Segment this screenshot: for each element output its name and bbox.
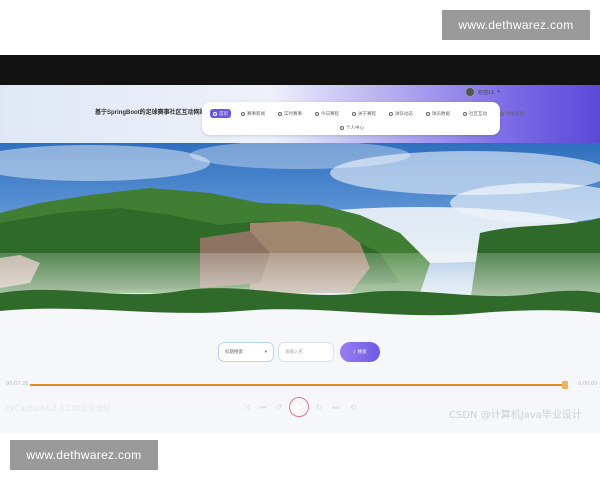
avatar <box>465 87 475 97</box>
nav-item-label: 赛事新闻 <box>247 110 265 116</box>
search-input-placeholder: 请输入名 <box>285 350 303 355</box>
nav-item-6[interactable]: 球员数据 <box>423 109 453 118</box>
chevron-down-icon: ▾ <box>264 349 267 355</box>
nav-item-0[interactable]: 首页 <box>210 109 231 118</box>
nav-item-8[interactable]: 球库管理 <box>497 109 527 118</box>
nav-icon <box>278 111 282 116</box>
search-controls: 标题搜索 ▾ 请输入名 ⌕ 搜索 <box>218 342 380 362</box>
forward-icon[interactable]: ↻ <box>314 403 324 413</box>
nav-icon <box>241 111 245 116</box>
user-label: 欢迎11 <box>478 89 495 96</box>
main-nav: 首页 赛事新闻 实时赛事 今日赛程 关于赛程 球队动态 球员数据 社区互动 球库管理 个人中心 <box>202 102 524 135</box>
nav-item-5[interactable]: 球队动态 <box>386 109 416 118</box>
video-player: 基于SpringBoot的足球赛事社区互动网站 欢迎11 ▾ 首页 赛事新闻 实时赛… <box>0 55 600 433</box>
time-total: 0:00:00 <box>578 381 598 387</box>
shuffle-icon[interactable]: ⤨ <box>242 403 252 413</box>
nav-item-personal-center[interactable]: 个人中心 <box>337 123 367 132</box>
nav-icon <box>352 111 356 116</box>
screenshot-stage: www.dethwarez.com 基于SpringBoot的足球赛事社区互动网… <box>0 0 600 480</box>
site-title: 基于SpringBoot的足球赛事社区互动网站 <box>95 110 206 116</box>
capture-label: EVCapture4.2.3.170软件录制 <box>5 404 111 413</box>
nav-item-2[interactable]: 实时赛事 <box>275 109 305 118</box>
progress-track[interactable] <box>30 381 569 389</box>
search-button[interactable]: ⌕ 搜索 <box>340 342 380 362</box>
attribution-label: CSDN @计算机Java毕业设计 <box>449 410 582 421</box>
nav-row: 首页 赛事新闻 实时赛事 今日赛程 关于赛程 球队动态 球员数据 社区互动 球库管理 <box>210 109 527 118</box>
nav-icon <box>500 111 504 116</box>
loop-icon[interactable]: ⟲ <box>348 403 358 413</box>
rewind-icon[interactable]: ↺ <box>274 403 284 413</box>
prev-icon[interactable]: ⏮ <box>258 403 268 413</box>
nav-item-3[interactable]: 今日赛程 <box>312 109 342 118</box>
search-icon: ⌕ <box>353 350 356 355</box>
nav-icon <box>463 111 467 116</box>
nav-item-4[interactable]: 关于赛程 <box>349 109 379 118</box>
nav-item-1[interactable]: 赛事新闻 <box>238 109 268 118</box>
next-icon[interactable]: ⏭ <box>331 403 341 413</box>
nav-item-label: 今日赛程 <box>321 110 339 116</box>
watermark-bottom: www.dethwarez.com <box>10 440 158 470</box>
user-menu[interactable]: 欢迎11 ▾ <box>465 87 500 97</box>
progress-fill <box>30 384 566 386</box>
watermark-top: www.dethwarez.com <box>442 10 590 40</box>
chevron-down-icon: ▾ <box>497 89 500 95</box>
hero-banner <box>0 143 600 333</box>
nav-icon <box>389 111 393 116</box>
nav-item-label: 社区互动 <box>469 110 487 116</box>
nav-item-label: 球库管理 <box>506 110 524 116</box>
search-select-label: 标题搜索 <box>225 350 243 355</box>
nav-item-label: 实时赛事 <box>284 110 302 116</box>
site-header: 基于SpringBoot的足球赛事社区互动网站 欢迎11 ▾ 首页 赛事新闻 实时赛… <box>0 85 600 143</box>
progress-handle[interactable] <box>562 381 569 389</box>
nav-icon <box>426 111 430 116</box>
play-icon <box>296 403 303 411</box>
nav-item-label: 关于赛程 <box>358 110 376 116</box>
home-icon <box>213 111 217 116</box>
nav-item-label: 首页 <box>219 110 228 116</box>
search-input[interactable]: 请输入名 <box>278 342 334 362</box>
play-button[interactable] <box>289 397 309 417</box>
search-field-select[interactable]: 标题搜索 ▾ <box>218 342 274 362</box>
nav-item-label: 球队动态 <box>395 110 413 116</box>
nav-item-label: 球员数据 <box>432 110 450 116</box>
user-icon <box>340 125 344 130</box>
nav-item-label: 个人中心 <box>346 124 364 130</box>
search-button-label: 搜索 <box>357 350 367 355</box>
nav-icon <box>315 111 319 116</box>
landscape-image <box>0 143 600 333</box>
nav-item-7[interactable]: 社区互动 <box>460 109 490 118</box>
video-frame[interactable]: 基于SpringBoot的足球赛事社区互动网站 欢迎11 ▾ 首页 赛事新闻 实时赛… <box>0 85 600 433</box>
time-current: 00:07:20 <box>6 381 29 387</box>
